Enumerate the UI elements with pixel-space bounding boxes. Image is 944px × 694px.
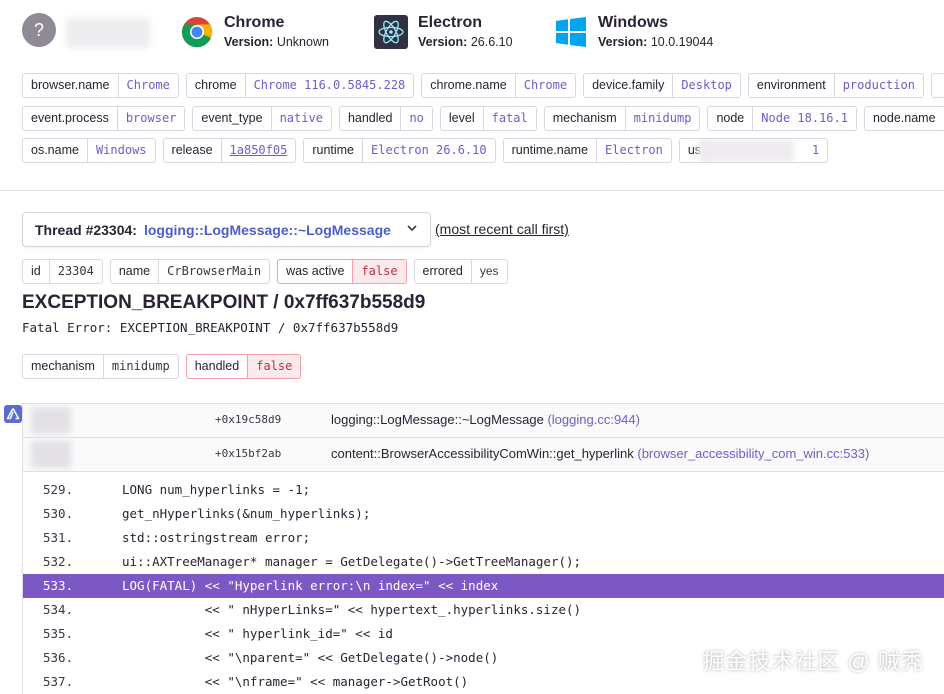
source-line: 529. LONG num_hyperlinks = -1; — [43, 482, 311, 497]
chevron-down-icon — [406, 221, 418, 238]
thread-label: Thread #23304: — [35, 221, 137, 238]
tag-exc-mechanism[interactable]: mechanism minidump — [22, 354, 179, 379]
sentry-icon — [4, 405, 22, 423]
source-line-active: 533. LOG(FATAL) << "Hyperlink error:\n in… — [23, 574, 944, 598]
tag-runtime-name[interactable]: runtime.name Electron — [502, 138, 672, 163]
electron-icon — [374, 15, 408, 49]
tags-row-3: os.name Windows release 1a850f05 runtime El… — [22, 138, 829, 163]
exception-subtitle: Fatal Error: EXCEPTION_BREAKPOINT / 0x7f… — [22, 320, 399, 335]
watermark: 掘金技术社区 @ 贼秃 — [702, 649, 924, 674]
os-context: Windows Version: 10.0.19044 — [554, 13, 713, 51]
user-avatar: ? — [22, 13, 56, 47]
frame-function: logging::LogMessage::~LogMessage (loggin… — [331, 412, 640, 427]
stack-frame[interactable]: +0x19c58d9 logging::LogMessage::~LogMess… — [23, 404, 944, 438]
tag-errored[interactable]: errored yes — [413, 259, 508, 284]
sort-order-toggle[interactable]: (most recent call first) — [435, 221, 569, 237]
tag-release[interactable]: release 1a850f05 — [162, 138, 297, 163]
browser-version: Version: Unknown — [224, 35, 329, 49]
os-name: Windows — [598, 14, 669, 31]
redacted-package — [31, 441, 71, 468]
source-line: 534. << " nHyperLinks=" << hypertext_.hy… — [43, 602, 582, 617]
tag-os-name[interactable]: os.name Windows — [22, 138, 156, 163]
tag-exc-handled[interactable]: handled false — [185, 354, 302, 379]
tag-chrome-name[interactable]: chrome.name Chrome — [421, 73, 577, 98]
browser-name: Chrome — [224, 14, 285, 31]
tag-node-name[interactable]: node.name — [863, 106, 944, 131]
tag-mechanism[interactable]: mechanism minidump — [543, 106, 701, 131]
thread-selector[interactable]: Thread #23304: logging::LogMessage::~Log… — [22, 212, 431, 247]
tag-handled[interactable]: handled no — [338, 106, 433, 131]
os-version: Version: 10.0.19044 — [598, 35, 714, 49]
source-line: 535. << " hyperlink_id=" << id — [43, 626, 393, 641]
chrome-icon — [180, 15, 214, 49]
tag-thread-id[interactable]: id 23304 — [22, 259, 103, 284]
tag-level[interactable]: level fatal — [439, 106, 537, 131]
frame-function: content::BrowserAccessibilityComWin::get… — [331, 446, 870, 461]
browser-context: Chrome Version: Unknown — [180, 13, 329, 51]
tags-row-1: browser.name Chrome chrome Chrome 116.0.58… — [22, 73, 944, 98]
source-line: 530. get_nHyperlinks(&num_hyperlinks); — [43, 506, 371, 521]
runtime-name: Electron — [418, 14, 483, 31]
tag-runtime[interactable]: runtime Electron 26.6.10 — [303, 138, 496, 163]
tag-chrome[interactable]: chrome Chrome 116.0.5845.228 — [185, 73, 415, 98]
tags-row-2: event.process browser event_type native ha… — [22, 106, 944, 131]
windows-icon — [554, 15, 588, 49]
tag-device-family[interactable]: device.family Desktop — [583, 73, 741, 98]
runtime-version: Version: 26.6.10 — [418, 35, 513, 49]
redacted-user-value — [697, 139, 794, 162]
tag-was-active[interactable]: was active false — [277, 259, 407, 284]
tag-event-process[interactable]: event.process browser — [22, 106, 186, 131]
exception-title: EXCEPTION_BREAKPOINT / 0x7ff637b558d9 — [22, 292, 426, 313]
user-context: ? — [22, 13, 56, 47]
section-divider — [0, 190, 944, 191]
tag-environment[interactable]: environment production — [747, 73, 924, 98]
stack-frame[interactable]: +0x15bf2ab content::BrowserAccessibility… — [23, 438, 944, 472]
frame-address: +0x19c58d9 — [215, 413, 282, 426]
tag-browser-name[interactable]: browser.name Chrome — [22, 73, 179, 98]
source-line: 531. std::ostringstream error; — [43, 530, 311, 545]
redacted-package — [31, 407, 71, 434]
thread-meta-tags: id 23304 name CrBrowserMain was active fals… — [22, 259, 508, 284]
exception-mechanism-tags: mechanism minidump handled false — [22, 354, 302, 379]
thread-function: logging::LogMessage::~LogMessage — [143, 221, 391, 238]
tag-event-type[interactable]: event_type native — [192, 106, 332, 131]
tag-overflow[interactable] — [930, 73, 944, 98]
redacted-user-name — [66, 18, 150, 48]
runtime-context: Electron Version: 26.6.10 — [374, 13, 513, 51]
source-line: 532. ui::AXTreeManager* manager = GetDele… — [43, 554, 582, 569]
frame-address: +0x15bf2ab — [215, 447, 282, 460]
tag-user[interactable]: us 1 — [678, 138, 829, 163]
tag-thread-name[interactable]: name CrBrowserMain — [109, 259, 271, 284]
tag-node[interactable]: node Node 18.16.1 — [707, 106, 857, 131]
